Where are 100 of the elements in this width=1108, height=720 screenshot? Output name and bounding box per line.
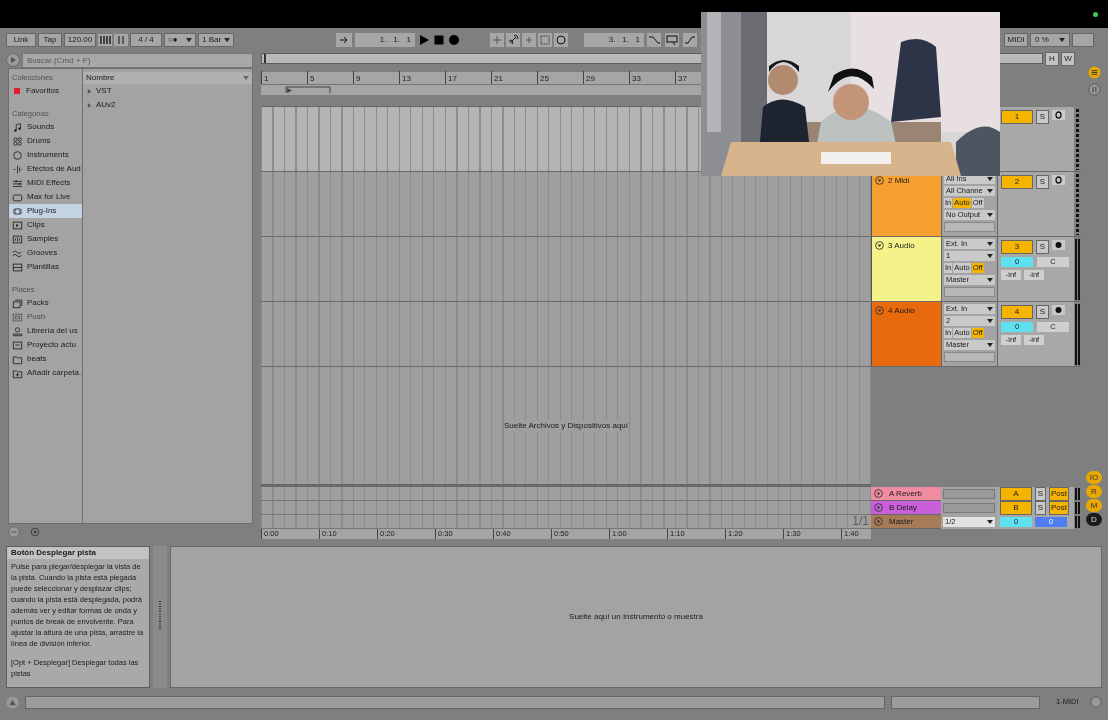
browser-item[interactable]: Plantillas bbox=[9, 260, 82, 274]
bar-number: 17 bbox=[448, 74, 457, 84]
view-toggle-button[interactable]: IO bbox=[1086, 471, 1102, 484]
view-button[interactable]: H bbox=[1045, 51, 1059, 66]
browser-item[interactable]: Instruments bbox=[9, 148, 82, 162]
curve-up-icon[interactable] bbox=[682, 33, 698, 47]
track-header[interactable]: Master bbox=[871, 515, 941, 529]
loop-brace[interactable] bbox=[285, 86, 331, 94]
solo-button[interactable]: S bbox=[1036, 175, 1049, 189]
browser-entry[interactable]: AUv2 bbox=[83, 98, 252, 112]
disclosure-triangle-icon[interactable] bbox=[87, 88, 92, 94]
time-signature-field[interactable]: 4 / 4 bbox=[130, 33, 162, 47]
view-toggle-button[interactable]: R bbox=[1086, 485, 1102, 498]
pause-circle-icon[interactable] bbox=[1087, 83, 1101, 96]
sort-arrow-icon[interactable] bbox=[243, 76, 249, 80]
arm-dot-icon[interactable] bbox=[1052, 240, 1065, 250]
browser-item[interactable]: Librería del us bbox=[9, 324, 82, 338]
send-field[interactable] bbox=[943, 489, 995, 499]
template-icon bbox=[12, 261, 23, 273]
hot-swap-icon[interactable] bbox=[30, 527, 40, 537]
track-activator-button[interactable]: B bbox=[1000, 501, 1032, 515]
quantize-dropdown[interactable]: 1 Bar bbox=[198, 33, 234, 47]
browser-item[interactable]: Max for Live bbox=[9, 190, 82, 204]
browser-item[interactable]: Efectos de Aud bbox=[9, 162, 82, 176]
play-circle-icon[interactable] bbox=[6, 53, 20, 67]
browser-entry[interactable]: VST bbox=[83, 84, 252, 98]
midi-indicator[interactable]: MIDI bbox=[1004, 33, 1028, 47]
solo-button[interactable]: S bbox=[1035, 487, 1046, 501]
view-button[interactable]: W bbox=[1061, 51, 1075, 66]
tempo-field[interactable]: 120.00 bbox=[64, 33, 96, 47]
position-field[interactable]: 1. 1. 1 bbox=[355, 33, 415, 47]
play-circle-icon[interactable] bbox=[874, 489, 883, 498]
arm-dot-icon[interactable] bbox=[1052, 305, 1065, 315]
solo-button[interactable]: S bbox=[1036, 110, 1049, 124]
track-activator-button[interactable]: 3 bbox=[1001, 240, 1033, 254]
view-toggle-button[interactable]: D bbox=[1086, 513, 1102, 526]
view-toggle-button[interactable]: M bbox=[1086, 499, 1102, 512]
curve-down-icon[interactable] bbox=[646, 33, 662, 47]
bar-number: 33 bbox=[632, 74, 641, 84]
play-icon[interactable] bbox=[418, 34, 430, 46]
stacked-boxes-icon bbox=[12, 297, 23, 309]
sub-output-field[interactable] bbox=[944, 287, 995, 297]
disclosure-triangle-icon[interactable] bbox=[87, 102, 92, 108]
arm-ring-icon[interactable] bbox=[1052, 175, 1065, 185]
browser-item[interactable]: MIDI Effects bbox=[9, 176, 82, 190]
browser-item[interactable]: Proyecto actu bbox=[9, 338, 82, 352]
fold-button-icon[interactable] bbox=[875, 306, 884, 315]
record-icon[interactable] bbox=[448, 34, 460, 46]
loop-start-field[interactable]: 3. 1. 1 bbox=[584, 33, 644, 47]
fold-button-icon[interactable] bbox=[875, 241, 884, 250]
fold-button-icon[interactable] bbox=[875, 176, 884, 185]
collapse-circle-icon[interactable] bbox=[8, 526, 20, 538]
track-activator-button[interactable]: A bbox=[1000, 487, 1032, 501]
track-activator-button[interactable]: 1 bbox=[1001, 110, 1033, 124]
browser-item[interactable]: Añadir carpeta. bbox=[9, 366, 82, 380]
caret-icon bbox=[987, 278, 993, 282]
post-button[interactable]: Post bbox=[1049, 501, 1069, 515]
track-activator-button[interactable]: 2 bbox=[1001, 175, 1033, 189]
link-icon[interactable] bbox=[506, 33, 520, 47]
loop-circle-icon[interactable] bbox=[554, 33, 568, 47]
stop-icon[interactable] bbox=[433, 34, 445, 46]
track-header[interactable]: A Reverb bbox=[871, 487, 941, 501]
dotted-square-icon[interactable] bbox=[538, 33, 552, 47]
cpu-meter: 0 % bbox=[1030, 33, 1070, 47]
browser-item[interactable]: Grooves bbox=[9, 246, 82, 260]
tap-button[interactable]: Tap bbox=[38, 33, 62, 47]
browser-item[interactable]: beats bbox=[9, 352, 82, 366]
browser-item[interactable]: Packs bbox=[9, 296, 82, 310]
browser-item[interactable]: Sounds bbox=[9, 120, 82, 134]
sub-output-field[interactable] bbox=[944, 352, 995, 362]
search-field[interactable]: Buscar (Cmd + F) bbox=[22, 52, 253, 68]
splitter-handle[interactable] bbox=[153, 546, 167, 688]
track-header[interactable]: 3 Audio bbox=[871, 237, 941, 301]
tap-bars-icon[interactable] bbox=[98, 34, 112, 46]
browser-item[interactable]: Samples bbox=[9, 232, 82, 246]
speech-box-icon[interactable] bbox=[664, 33, 680, 47]
solo-button[interactable]: S bbox=[1036, 240, 1049, 254]
track-header[interactable]: 4 Audio bbox=[871, 302, 941, 366]
metronome-button[interactable]: ○● bbox=[164, 33, 196, 47]
solo-button[interactable]: S bbox=[1035, 501, 1046, 515]
browser-item[interactable]: Clips bbox=[9, 218, 82, 232]
post-button[interactable]: Post bbox=[1049, 487, 1069, 501]
send-field[interactable] bbox=[943, 503, 995, 513]
browser-item[interactable]: Drums bbox=[9, 134, 82, 148]
column-header[interactable]: Nombre bbox=[83, 72, 252, 84]
play-circle-icon[interactable] bbox=[874, 517, 883, 526]
triangle-circle-icon[interactable] bbox=[6, 695, 19, 709]
solo-button[interactable]: S bbox=[1036, 305, 1049, 319]
arm-ring-icon[interactable] bbox=[1052, 110, 1065, 120]
menu-icon[interactable] bbox=[1087, 66, 1101, 79]
nudge-bars-icon[interactable] bbox=[114, 34, 128, 46]
browser-item[interactable]: Favoritos bbox=[9, 84, 82, 98]
bar-number: 21 bbox=[494, 74, 503, 84]
browser-item[interactable]: Plug-Ins bbox=[9, 204, 82, 218]
circle-button-icon[interactable] bbox=[1090, 696, 1102, 708]
track-header[interactable]: B Delay bbox=[871, 501, 941, 515]
link-button[interactable]: Link bbox=[6, 33, 36, 47]
play-circle-icon[interactable] bbox=[874, 503, 883, 512]
track-activator-button[interactable]: 4 bbox=[1001, 305, 1033, 319]
sub-output-field[interactable] bbox=[944, 222, 995, 232]
